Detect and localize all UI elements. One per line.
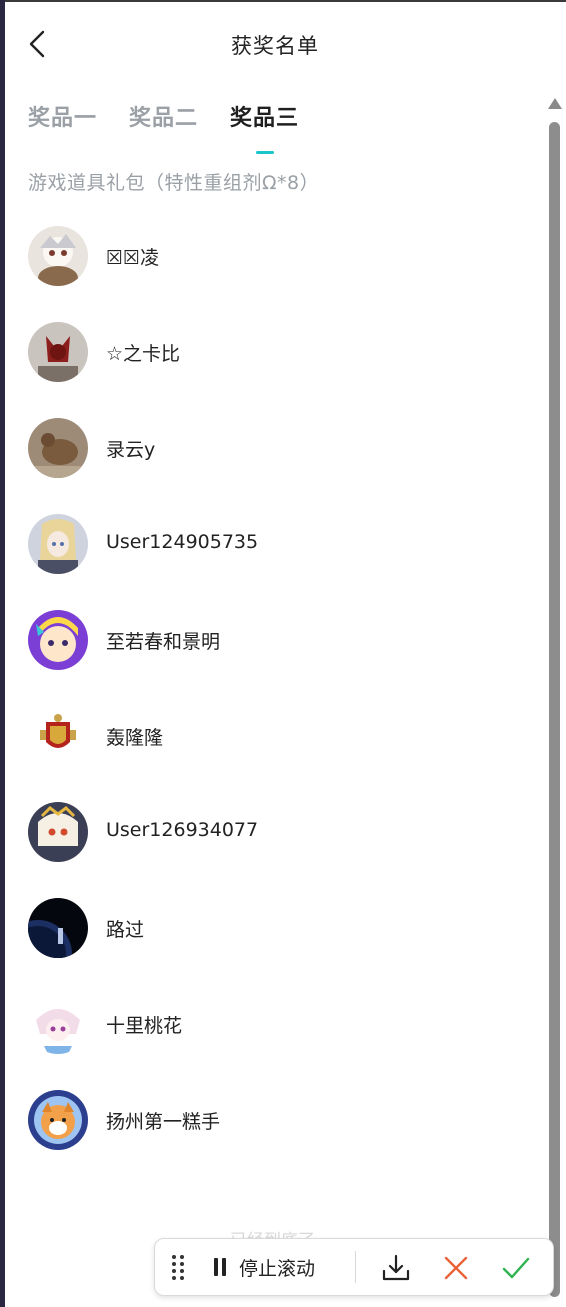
close-icon <box>444 1256 468 1280</box>
avatar <box>28 514 88 574</box>
winner-row: User124905735 <box>28 514 528 610</box>
avatar <box>28 1090 88 1150</box>
avatar <box>28 802 88 862</box>
tab-prize-1[interactable]: 奖品一 <box>28 100 97 144</box>
winner-row: 至若春和景明 <box>28 610 528 706</box>
prize-tabs: 奖品一 奖品二 奖品三 <box>28 100 331 154</box>
page-title: 获奖名单 <box>231 34 319 58</box>
tab-prize-2[interactable]: 奖品二 <box>129 100 198 144</box>
avatar <box>28 898 88 958</box>
winner-row: ☒☒凌 <box>28 226 528 322</box>
winner-list: ☒☒凌 ☆之卡比 录云y User124905735 至若春和景明 轰隆隆 Us… <box>28 226 528 1186</box>
winner-name: 扬州第一糕手 <box>106 1111 221 1133</box>
stop-scroll-label: 停止滚动 <box>239 1257 316 1280</box>
avatar <box>28 226 88 286</box>
avatar <box>28 610 88 670</box>
winner-row: 录云y <box>28 418 528 514</box>
winner-row: 十里桃花 <box>28 994 528 1090</box>
avatar <box>28 994 88 1054</box>
winner-row: User126934077 <box>28 802 528 898</box>
confirm-button[interactable] <box>501 1253 531 1283</box>
winner-name: 录云y <box>106 439 156 461</box>
avatar <box>28 322 88 382</box>
cancel-button[interactable] <box>441 1253 471 1283</box>
toolbar-divider <box>355 1251 356 1283</box>
floating-toolbar: 停止滚动 <box>154 1238 554 1296</box>
check-icon <box>502 1257 530 1279</box>
drag-handle-icon[interactable] <box>171 1254 185 1280</box>
winner-name: 轰隆隆 <box>106 727 164 749</box>
winner-name: User124905735 <box>106 531 259 553</box>
winner-name: ☆之卡比 <box>106 343 181 365</box>
avatar <box>28 418 88 478</box>
prize-name: 游戏道具礼包（特性重组剂Ω*8） <box>28 172 320 194</box>
scroll-thumb[interactable] <box>549 122 560 1297</box>
tab-prize-3[interactable]: 奖品三 <box>230 100 299 154</box>
winner-name: 路过 <box>106 919 145 941</box>
window-left-edge <box>0 0 5 1307</box>
scrollbar[interactable] <box>545 92 566 1307</box>
winner-name: ☒☒凌 <box>106 247 160 269</box>
winner-name: User126934077 <box>106 819 259 841</box>
winner-name: 十里桃花 <box>106 1015 183 1037</box>
winner-row: 扬州第一糕手 <box>28 1090 528 1186</box>
header: 获奖名单 <box>5 2 545 88</box>
winner-row: ☆之卡比 <box>28 322 528 418</box>
winner-row: 轰隆隆 <box>28 706 528 802</box>
download-icon <box>382 1254 410 1281</box>
avatar <box>28 706 88 766</box>
winner-name: 至若春和景明 <box>106 631 221 653</box>
stop-scroll-button[interactable]: 停止滚动 <box>213 1253 315 1281</box>
scroll-up-arrow-icon[interactable] <box>548 98 562 109</box>
download-button[interactable] <box>381 1253 411 1283</box>
winner-row: 路过 <box>28 898 528 994</box>
pause-icon <box>213 1258 227 1276</box>
